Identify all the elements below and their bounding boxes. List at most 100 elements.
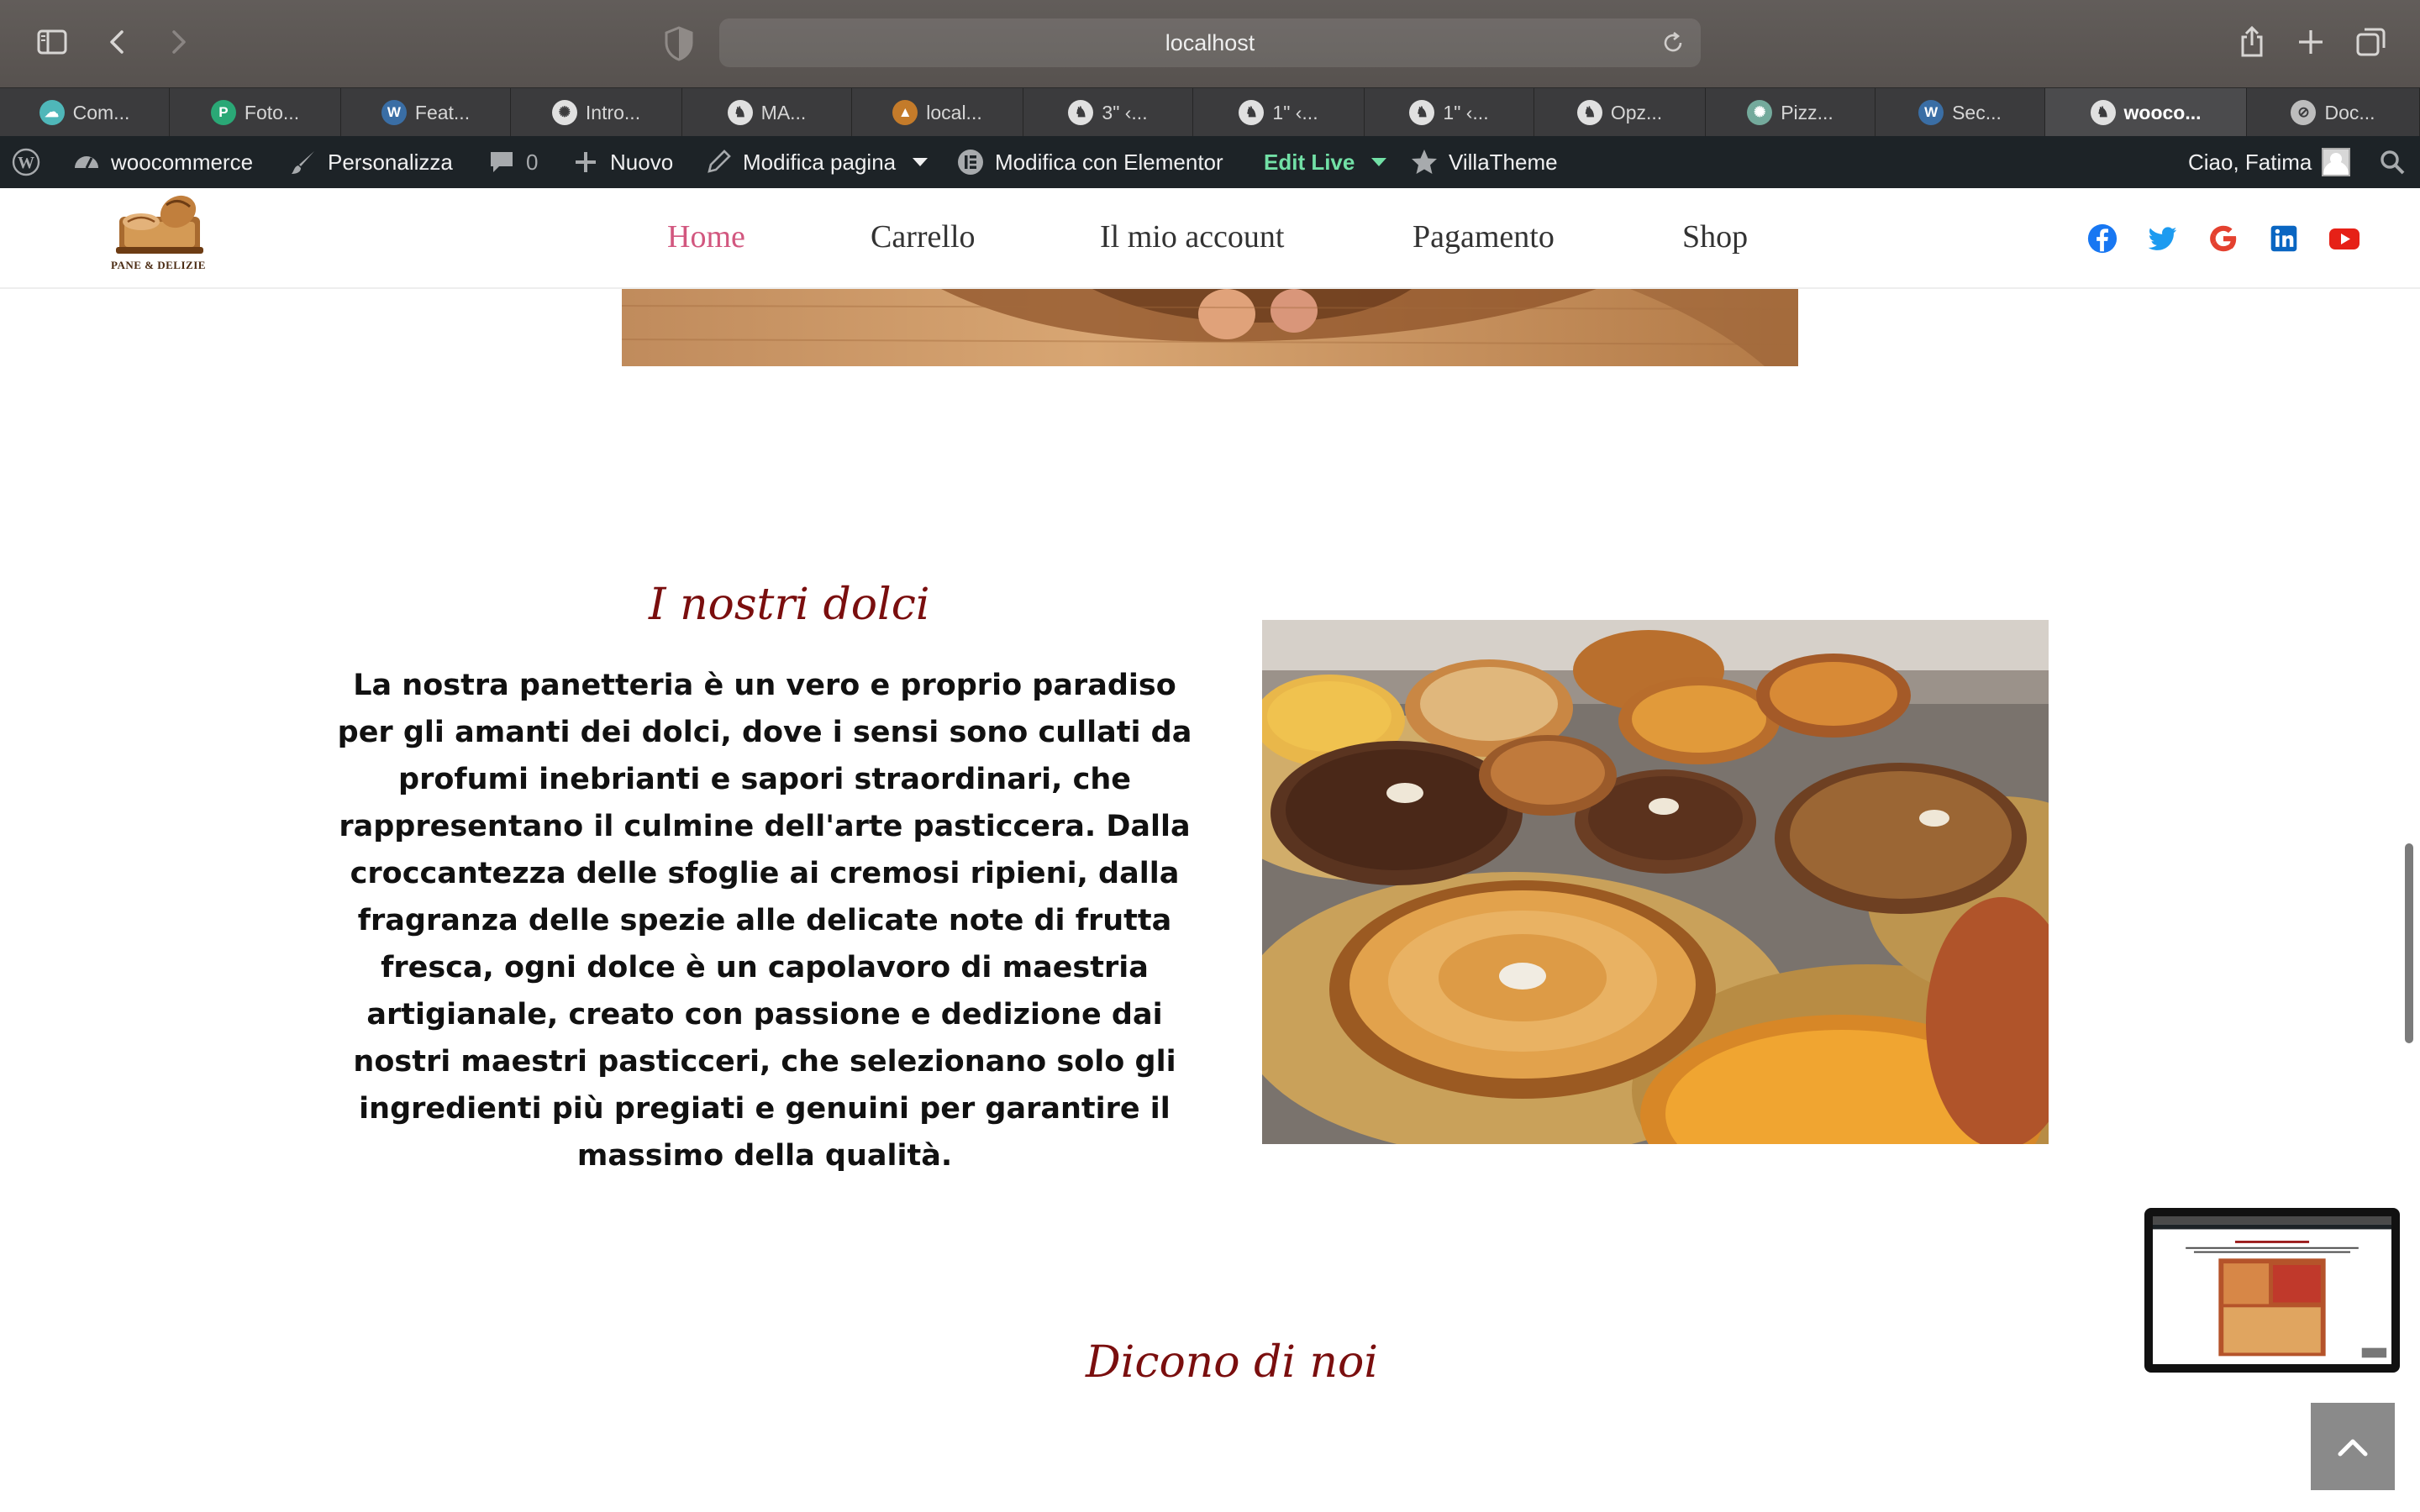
edit-page-label: Modifica pagina <box>743 149 897 175</box>
tab-overview-icon[interactable] <box>2351 22 2391 62</box>
browser-tab[interactable]: ♞ 1" ‹... <box>1365 88 1534 137</box>
preview-thumbnail <box>2153 1216 2391 1364</box>
facebook-icon[interactable] <box>2086 222 2119 255</box>
banner-image <box>622 289 1798 366</box>
customize-link[interactable]: Personalizza <box>289 136 453 188</box>
section-title: I nostri dolci <box>649 580 930 630</box>
nav-my-account[interactable]: Il mio account <box>1100 218 1284 255</box>
tooth-favicon-icon: ♞ <box>2090 100 2116 125</box>
tab-label: Com... <box>72 101 130 123</box>
browser-tab[interactable]: ♞ MA... <box>682 88 852 137</box>
tab-label: wooco... <box>2123 101 2202 123</box>
chevron-down-icon <box>1371 158 1387 166</box>
tab-strip: ☁ Com... P Foto... W Feat... ✺ Intro... ♞ MA... ▲ l… <box>0 87 2420 137</box>
greeting-label: Ciao, Fatima <box>2188 149 2312 175</box>
openai-favicon-icon: ✺ <box>551 100 577 125</box>
villatheme-menu[interactable]: VillaTheme <box>1410 136 1558 188</box>
browser-tab[interactable]: ▲ local... <box>852 88 1023 137</box>
page-scrollbar[interactable] <box>2405 843 2413 1043</box>
comment-icon <box>487 148 516 176</box>
reload-icon[interactable] <box>1660 30 1686 55</box>
back-icon[interactable] <box>97 22 138 62</box>
pastries-image <box>1262 620 2049 1144</box>
chatgpt-favicon-icon: ✺ <box>1747 100 1773 125</box>
browser-tab[interactable]: W Sec... <box>1876 88 2045 137</box>
wordpress-icon: W <box>12 148 40 176</box>
site-logo[interactable]: PANE & DELIZIE <box>108 188 217 272</box>
customize-label: Personalizza <box>328 149 453 175</box>
browser-tab[interactable]: ♞ 1" ‹... <box>1193 88 1365 137</box>
elementor-link[interactable]: Modifica con Elementor <box>956 136 1223 188</box>
youtube-icon[interactable] <box>2328 222 2361 255</box>
browser-tab[interactable]: ✺ Intro... <box>511 88 682 137</box>
tooth-favicon-icon: ♞ <box>1239 100 1265 125</box>
address-bar[interactable]: localhost <box>719 18 1701 67</box>
url-text: localhost <box>1165 30 1255 55</box>
edit-live-label: Edit Live <box>1264 149 1355 175</box>
nav-cart[interactable]: Carrello <box>871 218 976 255</box>
sidebar-toggle-icon[interactable] <box>32 22 72 62</box>
linkedin-icon[interactable] <box>2267 222 2301 255</box>
nav-checkout[interactable]: Pagamento <box>1413 218 1555 255</box>
tab-label: 1" ‹... <box>1272 101 1318 123</box>
admin-search-button[interactable] <box>2378 136 2407 188</box>
forward-icon[interactable] <box>158 22 198 62</box>
site-name-label: woocommerce <box>111 149 254 175</box>
compass-favicon-icon: ⊘ <box>2291 100 2317 125</box>
comments-link[interactable]: 0 <box>487 136 538 188</box>
browser-tab[interactable]: ☁ Com... <box>0 88 170 137</box>
search-icon <box>2378 148 2407 176</box>
tooth-favicon-icon: ♞ <box>727 100 753 125</box>
tab-label: Pizz... <box>1781 101 1833 123</box>
scroll-to-top-button[interactable] <box>2311 1403 2395 1490</box>
svg-text:W: W <box>18 154 34 172</box>
wp-admin-bar: W woocommerce Personalizza 0 Nuovo Modif… <box>0 136 2420 188</box>
site-name-menu[interactable]: woocommerce <box>72 136 253 188</box>
browser-tab[interactable]: ♞ 3" ‹... <box>1023 88 1193 137</box>
twitter-icon[interactable] <box>2146 222 2180 255</box>
tab-label: MA... <box>760 101 807 123</box>
dashboard-icon <box>72 148 101 176</box>
privacy-shield-icon[interactable] <box>662 25 696 62</box>
edit-page-menu[interactable]: Modifica pagina <box>704 136 929 188</box>
browser-tab[interactable]: ♞ Opz... <box>1534 88 1706 137</box>
tooth-favicon-icon: ♞ <box>1409 100 1435 125</box>
plus-icon <box>571 148 600 176</box>
mountain-favicon-icon: ▲ <box>892 100 918 125</box>
user-menu[interactable]: Ciao, Fatima <box>2188 136 2351 188</box>
browser-tab[interactable]: W Feat... <box>341 88 511 137</box>
new-label: Nuovo <box>610 149 674 175</box>
wordpress-favicon-icon: W <box>381 100 407 125</box>
avatar <box>2322 148 2351 176</box>
wordpress-logo-menu[interactable]: W <box>12 136 40 188</box>
comments-count: 0 <box>526 149 539 175</box>
cloud-favicon-icon: ☁ <box>39 100 65 125</box>
browser-tab[interactable]: ✺ Pizz... <box>1706 88 1876 137</box>
nav-shop[interactable]: Shop <box>1682 218 1748 255</box>
picture-in-picture-preview[interactable] <box>2144 1208 2400 1373</box>
brush-icon <box>289 148 318 176</box>
tooth-favicon-icon: ♞ <box>1576 100 1602 125</box>
browser-tab[interactable]: P Foto... <box>170 88 341 137</box>
chevron-up-icon <box>2338 1439 2368 1457</box>
browser-tab[interactable]: ♞ wooco... <box>2045 88 2247 137</box>
tab-label: Feat... <box>414 101 471 123</box>
site-header: PANE & DELIZIE Home Carrello Il mio acco… <box>0 188 2420 289</box>
tab-label: Intro... <box>585 101 641 123</box>
tab-label: Doc... <box>2324 101 2375 123</box>
google-icon[interactable] <box>2207 222 2240 255</box>
edit-live-menu[interactable]: Edit Live <box>1264 136 1387 188</box>
tab-label: 1" ‹... <box>1443 101 1489 123</box>
tab-label: Opz... <box>1610 101 1663 123</box>
new-content-menu[interactable]: Nuovo <box>571 136 673 188</box>
chevron-down-icon <box>913 158 929 166</box>
tab-label: Foto... <box>244 101 300 123</box>
share-icon[interactable] <box>2232 22 2272 62</box>
nav-home[interactable]: Home <box>667 218 745 255</box>
star-icon <box>1410 148 1439 176</box>
elementor-label: Modifica con Elementor <box>995 149 1223 175</box>
tab-label: local... <box>926 101 982 123</box>
browser-tab[interactable]: ⊘ Doc... <box>2247 88 2420 137</box>
tab-label: 3" ‹... <box>1102 101 1148 123</box>
new-tab-icon[interactable] <box>2291 22 2331 62</box>
